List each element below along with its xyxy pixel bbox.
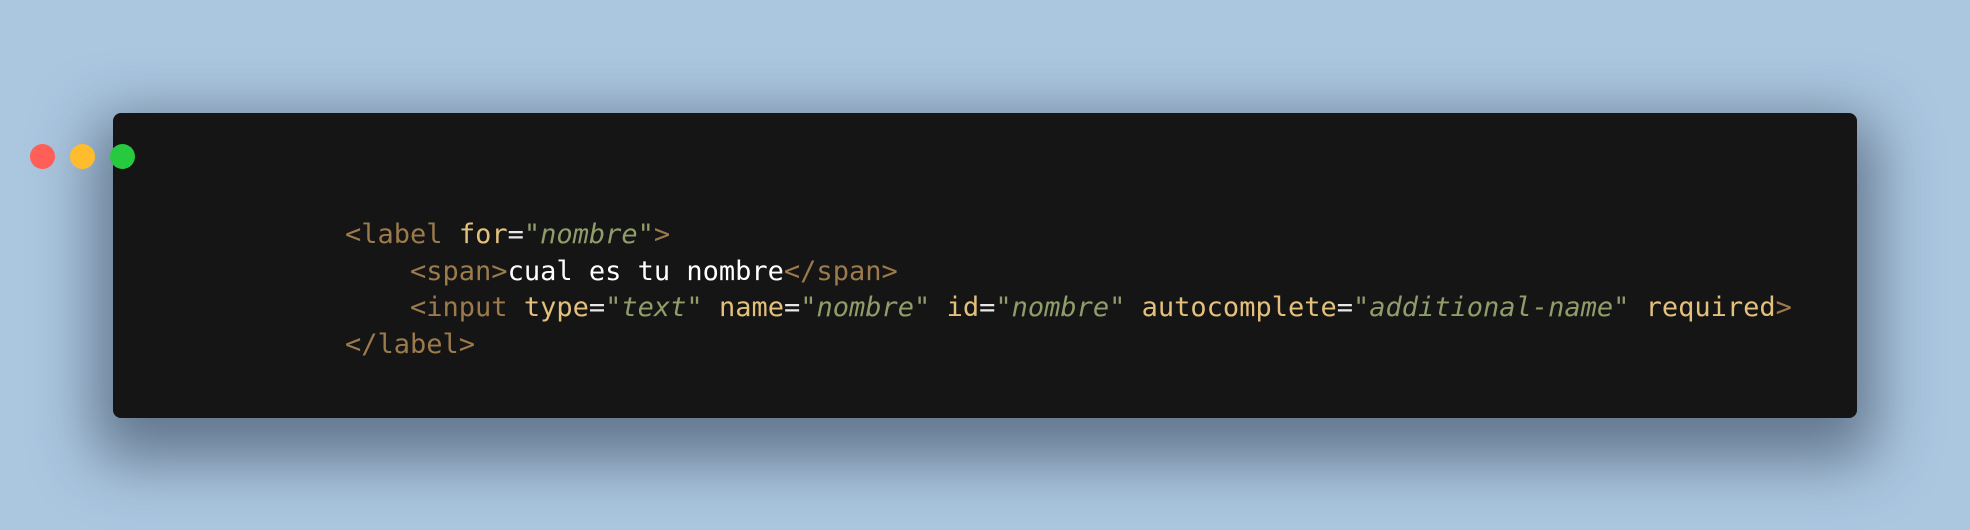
span-text: cual es tu nombre bbox=[507, 255, 784, 287]
code-line-2: <span>cual es tu nombre</span> bbox=[345, 256, 898, 287]
autocomplete-value: "additional-name" bbox=[1353, 292, 1630, 323]
code-block: <label for="nombre"> <span>cual es tu no… bbox=[345, 217, 1792, 363]
type-attribute: type bbox=[523, 292, 589, 323]
span-open-tag: <span> bbox=[410, 255, 508, 287]
autocomplete-attribute: autocomplete bbox=[1141, 292, 1337, 323]
maximize-dot-icon[interactable] bbox=[110, 144, 135, 169]
equals-sign: = bbox=[979, 292, 996, 323]
name-attribute: name bbox=[718, 292, 784, 323]
equals-sign: = bbox=[588, 292, 606, 323]
tag-close-bracket: > bbox=[653, 219, 671, 250]
equals-sign: = bbox=[507, 219, 524, 250]
equals-sign: = bbox=[783, 292, 801, 323]
id-attribute: id bbox=[946, 292, 980, 323]
minimize-dot-icon[interactable] bbox=[70, 144, 95, 169]
span-close-tag: </span> bbox=[783, 255, 898, 287]
code-line-4: </label> bbox=[345, 329, 475, 360]
type-value: "text" bbox=[605, 292, 703, 323]
code-line-1: <label for="nombre"> bbox=[345, 219, 670, 250]
label-open-tag: <label bbox=[345, 219, 443, 250]
equals-sign: = bbox=[1336, 292, 1353, 323]
for-value: "nombre" bbox=[523, 219, 654, 250]
id-value: "nombre" bbox=[995, 292, 1126, 323]
for-attribute: for bbox=[458, 219, 508, 250]
input-open-tag: <input bbox=[410, 292, 508, 323]
code-line-3: <input type="text" name="nombre" id="nom… bbox=[345, 292, 1792, 323]
name-value: "nombre" bbox=[800, 292, 931, 323]
label-close-tag: </label> bbox=[345, 328, 476, 360]
required-attribute: required bbox=[1645, 292, 1776, 323]
close-dot-icon[interactable] bbox=[30, 144, 55, 169]
tag-close-bracket: > bbox=[1775, 292, 1792, 323]
